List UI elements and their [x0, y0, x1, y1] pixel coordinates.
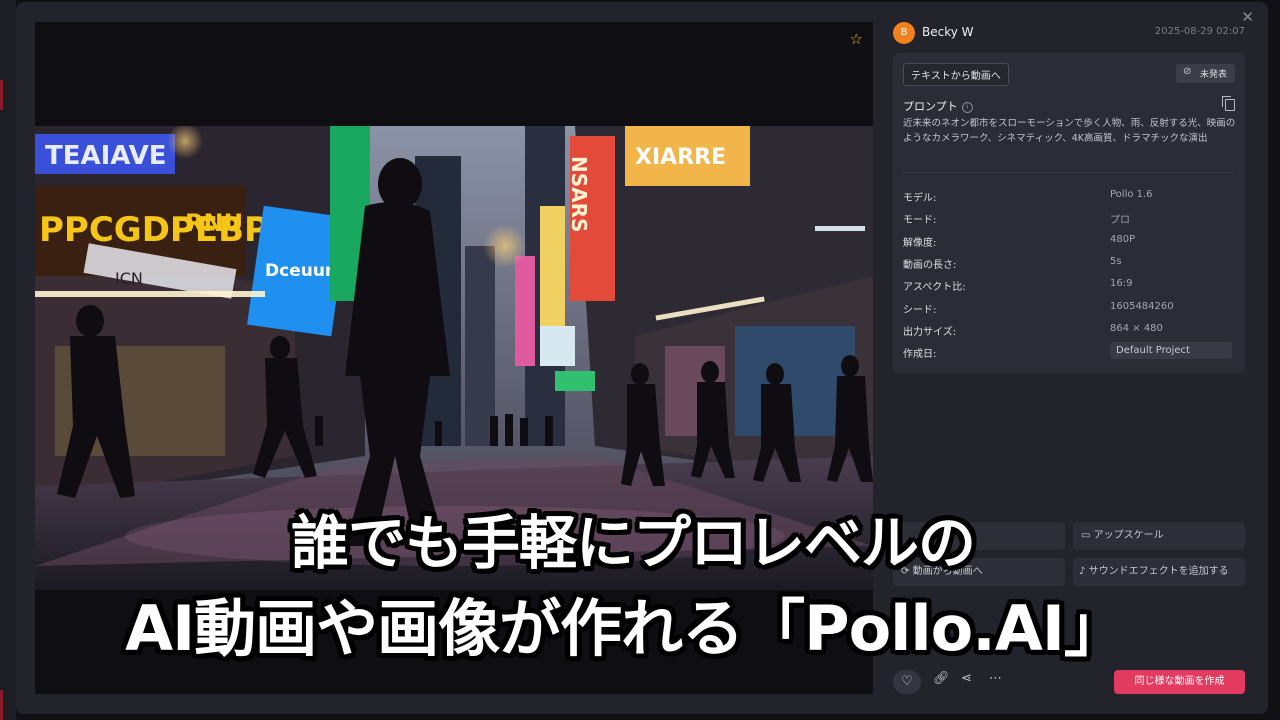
generation-mode-tag: テキストから動画へ: [903, 63, 1009, 86]
more-icon[interactable]: ⋯: [989, 671, 1002, 686]
meta-key: 動画の長さ:: [903, 260, 957, 271]
link-icon[interactable]: 🔗︎: [933, 671, 950, 686]
neon-sign-text: PPCGDPEBPV: [39, 210, 296, 250]
meta-row-duration: 動画の長さ: 5s: [903, 253, 1235, 273]
prompt-text: 近未来のネオン都市をスローモーションで歩く人物、雨、反射する光、映画のようなカメ…: [903, 118, 1236, 144]
meta-value: Pollo 1.6: [1110, 189, 1153, 200]
meta-key: 作成日:: [903, 349, 937, 360]
meta-row-project: 作成日: Default Project: [903, 342, 1235, 362]
create-similar-video-button[interactable]: 同じ様な動画を作成: [1114, 670, 1245, 694]
prompt-heading: プロンプト i: [903, 98, 973, 114]
bottom-action-bar: ♡ 🔗︎ ⋖ ⋯ 同じ様な動画を作成: [893, 669, 1245, 695]
meta-row-output-size: 出力サイズ: 864 × 480: [903, 320, 1235, 340]
divider: [903, 172, 1235, 173]
meta-row-model: モデル: Pollo 1.6: [903, 186, 1235, 206]
project-value[interactable]: Default Project: [1110, 342, 1232, 359]
heart-icon[interactable]: ♡: [893, 670, 921, 694]
meta-key: モード:: [903, 215, 937, 226]
meta-value: 864 × 480: [1110, 323, 1163, 334]
favorite-star-icon[interactable]: ☆: [850, 30, 863, 48]
eye-slash-icon: ⊘: [1182, 66, 1192, 77]
prompt-heading-label: プロンプト: [903, 100, 958, 113]
info-icon[interactable]: i: [961, 102, 973, 113]
meta-key: 解像度:: [903, 238, 937, 249]
meta-value: プロ: [1110, 215, 1130, 226]
neon-sign-text: XIARRE: [635, 145, 726, 170]
share-icon[interactable]: ⋖: [961, 671, 972, 686]
meta-value: 5s: [1110, 256, 1122, 267]
meta-row-aspect-ratio: アスペクト比: 16:9: [903, 275, 1235, 295]
meta-key: シード:: [903, 305, 937, 316]
neon-sign-text: NSARS: [567, 156, 591, 232]
neon-sign-text: RNU: [185, 209, 243, 237]
visibility-toggle-button[interactable]: ⊘ 未発表: [1175, 64, 1235, 83]
generation-details-card: テキストから動画へ ⊘ 未発表 プロンプト i 近未来のネオン都市をスローモーショ…: [893, 53, 1245, 373]
visibility-label: 未発表: [1199, 70, 1227, 80]
meta-value: 1605484260: [1110, 301, 1174, 312]
neon-sign-text: TEAIAVE: [45, 141, 167, 171]
neon-sign-text: Dceuuri: [265, 261, 339, 281]
creator-name[interactable]: Becky W: [922, 25, 974, 39]
neon-sign-text: ICN: [115, 269, 143, 288]
meta-key: 出力サイズ:: [903, 327, 957, 338]
overlay-caption-line-2: AI動画や画像が作れる「Pollo.AI」: [125, 592, 1126, 665]
created-timestamp: 2025-08-29 02:07: [1154, 26, 1245, 37]
meta-value: 16:9: [1110, 278, 1133, 289]
meta-row-mode: モード: プロ: [903, 208, 1235, 228]
meta-value: 480P: [1110, 234, 1136, 245]
avatar[interactable]: B: [893, 22, 915, 44]
copy-icon[interactable]: [1222, 96, 1235, 111]
meta-row-seed: シード: 1605484260: [903, 298, 1235, 318]
background-accent-mark: [0, 690, 3, 720]
overlay-caption-line-1: 誰でも手軽にプロレベルの: [290, 509, 976, 577]
meta-row-resolution: 解像度: 480P: [903, 231, 1235, 251]
meta-key: モデル:: [903, 193, 937, 204]
creator-row: B Becky W 2025-08-29 02:07: [893, 22, 1245, 44]
background-accent-mark: [0, 80, 3, 110]
meta-key: アスペクト比:: [903, 282, 966, 293]
